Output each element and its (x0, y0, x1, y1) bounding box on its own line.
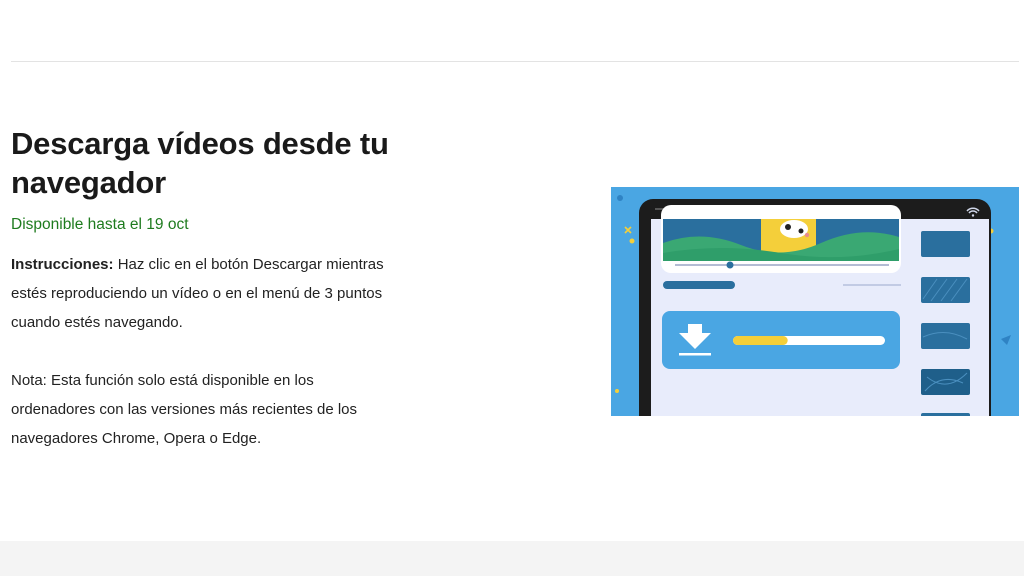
top-divider (11, 61, 1019, 62)
instructions-paragraph: Instrucciones: Haz clic en el botón Desc… (11, 250, 401, 337)
sidebar-thumbnail (921, 231, 970, 257)
triangle-decor-icon (1001, 335, 1011, 345)
sparkle-icon (624, 226, 632, 234)
note-paragraph: Nota: Esta función solo está disponible … (11, 372, 358, 447)
sidebar-thumbnail (921, 323, 970, 349)
download-progress-fill (733, 336, 788, 345)
sidebar-thumbnail (921, 369, 970, 395)
decor-dot (617, 195, 623, 201)
sidebar-thumbnail (921, 413, 970, 416)
instructions-label: Instrucciones: (11, 256, 114, 273)
browser-download-illustration (611, 187, 1019, 416)
text-placeholder (663, 281, 735, 289)
decor-dot (629, 238, 635, 244)
illustration-svg (615, 195, 1011, 416)
footer-band (0, 541, 1024, 576)
cow-icon (780, 220, 808, 238)
feature-content: Descarga vídeos desde tu navegador Dispo… (11, 124, 401, 453)
availability-text: Disponible hasta el 19 oct (11, 216, 189, 233)
page-title: Descarga vídeos desde tu navegador (11, 126, 389, 200)
decor-dot (615, 389, 619, 393)
video-progress-thumb (726, 261, 734, 269)
